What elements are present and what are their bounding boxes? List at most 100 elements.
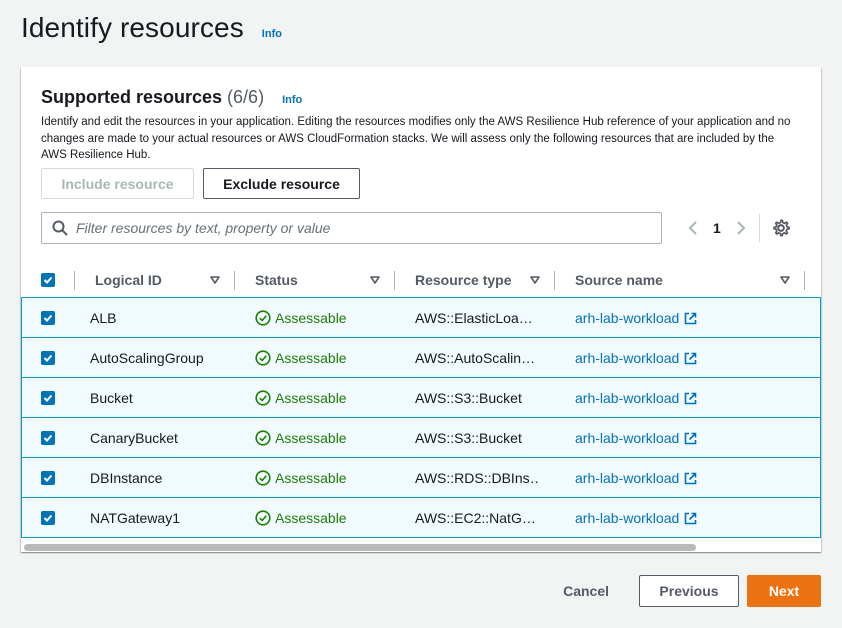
select-all-checkbox-cell	[41, 262, 55, 298]
table-row[interactable]: ALB Assessable AWS::ElasticLoa… arh-lab-…	[21, 297, 821, 338]
status-cell: Assessable	[255, 498, 347, 538]
external-link-icon	[684, 472, 697, 484]
row-checkbox-cell	[41, 338, 55, 378]
status-success-icon	[255, 350, 271, 366]
column-separator[interactable]	[394, 271, 395, 290]
status-success-icon	[255, 310, 271, 326]
section-count: (6/6)	[227, 87, 265, 107]
source-name-link[interactable]: arh-lab-workload	[575, 458, 697, 498]
cancel-button[interactable]: Cancel	[563, 583, 609, 599]
resource-type-cell: AWS::AutoScalin…	[415, 350, 536, 366]
status-cell: Assessable	[255, 338, 347, 378]
logical-id-cell: ALB	[90, 310, 117, 326]
row-checkbox[interactable]	[41, 351, 55, 365]
row-checkbox-cell	[41, 418, 55, 458]
row-checkbox[interactable]	[41, 391, 55, 405]
row-checkbox[interactable]	[41, 511, 55, 525]
source-name-text: arh-lab-workload	[575, 390, 680, 406]
column-label: Source name	[575, 272, 663, 288]
logical-id-cell: AutoScalingGroup	[90, 350, 204, 366]
scrollbar-thumb[interactable]	[24, 544, 696, 551]
section-info-link[interactable]: Info	[282, 94, 302, 106]
status-success-icon	[255, 510, 271, 526]
status-success-icon	[255, 470, 271, 486]
column-separator	[74, 271, 75, 290]
external-link-icon	[684, 352, 697, 364]
table-row[interactable]: DBInstance Assessable AWS::RDS::DBIns… a…	[21, 457, 821, 498]
table-row[interactable]: AutoScalingGroup Assessable AWS::AutoSca…	[21, 337, 821, 378]
search-input[interactable]: Filter resources by text, property or va…	[41, 212, 662, 244]
next-page-button[interactable]	[731, 217, 751, 239]
status-cell: Assessable	[255, 418, 347, 458]
resource-type-cell: AWS::ElasticLoa…	[415, 310, 533, 326]
column-header-logical-id[interactable]: Logical ID	[95, 262, 162, 298]
column-separator[interactable]	[804, 271, 805, 290]
select-all-checkbox[interactable]	[41, 273, 55, 287]
status-text: Assessable	[275, 430, 347, 446]
sort-caret-icon[interactable]	[370, 275, 380, 285]
logical-id-cell: Bucket	[90, 390, 133, 406]
source-name-text: arh-lab-workload	[575, 430, 680, 446]
section-title: Supported resources	[41, 87, 223, 107]
checkmark-icon	[43, 394, 53, 402]
previous-button[interactable]: Previous	[639, 575, 739, 607]
column-header-source-name[interactable]: Source name	[575, 262, 663, 298]
table-row[interactable]: CanaryBucket Assessable AWS::S3::Bucket …	[21, 417, 821, 458]
resources-table: Logical ID Status Resource type Source n…	[21, 262, 821, 538]
source-name-link[interactable]: arh-lab-workload	[575, 418, 697, 458]
action-buttons: Include resource Exclude resource	[41, 168, 360, 199]
supported-resources-container: Supported resources (6/6) Info Identify …	[21, 67, 821, 552]
pagination: 1	[683, 214, 790, 242]
pagination-divider	[758, 214, 760, 242]
sort-caret-icon[interactable]	[530, 275, 540, 285]
current-page-number[interactable]: 1	[713, 220, 721, 236]
checkmark-icon	[43, 276, 53, 284]
logical-id-cell: NATGateway1	[90, 510, 180, 526]
previous-page-button[interactable]	[683, 217, 703, 239]
exclude-resource-button[interactable]: Exclude resource	[203, 168, 360, 199]
sort-caret-icon[interactable]	[780, 275, 790, 285]
column-separator[interactable]	[234, 271, 235, 290]
include-resource-button[interactable]: Include resource	[41, 168, 194, 199]
container-header: Supported resources (6/6) Info Identify …	[41, 87, 801, 164]
chevron-left-icon	[688, 221, 697, 235]
checkmark-icon	[43, 434, 53, 442]
page-header: Identify resources Info	[21, 12, 282, 44]
column-separator[interactable]	[554, 271, 555, 290]
status-success-icon	[255, 390, 271, 406]
checkmark-icon	[43, 314, 53, 322]
source-name-text: arh-lab-workload	[575, 510, 680, 526]
status-text: Assessable	[275, 350, 347, 366]
resource-type-cell: AWS::S3::Bucket	[415, 390, 522, 406]
external-link-icon	[684, 312, 697, 324]
row-checkbox[interactable]	[41, 311, 55, 325]
table-row[interactable]: Bucket Assessable AWS::S3::Bucket arh-la…	[21, 377, 821, 418]
status-text: Assessable	[275, 510, 347, 526]
row-checkbox-cell	[41, 378, 55, 418]
wizard-footer: Cancel Previous Next	[563, 575, 821, 607]
table-row[interactable]: NATGateway1 Assessable AWS::EC2::NatG… a…	[21, 497, 821, 538]
row-checkbox[interactable]	[41, 471, 55, 485]
source-name-link[interactable]: arh-lab-workload	[575, 378, 697, 418]
column-header-status[interactable]: Status	[255, 262, 298, 298]
next-button[interactable]: Next	[747, 575, 821, 607]
source-name-text: arh-lab-workload	[575, 350, 680, 366]
sort-caret-icon[interactable]	[210, 275, 220, 285]
status-text: Assessable	[275, 310, 347, 326]
column-header-resource-type[interactable]: Resource type	[415, 262, 511, 298]
resource-type-cell: AWS::S3::Bucket	[415, 430, 522, 446]
horizontal-scrollbar[interactable]	[21, 543, 821, 552]
external-link-icon	[684, 392, 697, 404]
gear-icon[interactable]	[772, 219, 790, 237]
page-info-link[interactable]: Info	[262, 28, 282, 40]
source-name-link[interactable]: arh-lab-workload	[575, 298, 697, 338]
row-checkbox[interactable]	[41, 431, 55, 445]
search-placeholder: Filter resources by text, property or va…	[76, 220, 331, 236]
status-cell: Assessable	[255, 298, 347, 338]
source-name-text: arh-lab-workload	[575, 470, 680, 486]
page-title: Identify resources	[21, 12, 244, 43]
source-name-link[interactable]: arh-lab-workload	[575, 338, 697, 378]
logical-id-cell: CanaryBucket	[90, 430, 178, 446]
row-checkbox-cell	[41, 458, 55, 498]
source-name-link[interactable]: arh-lab-workload	[575, 498, 697, 538]
